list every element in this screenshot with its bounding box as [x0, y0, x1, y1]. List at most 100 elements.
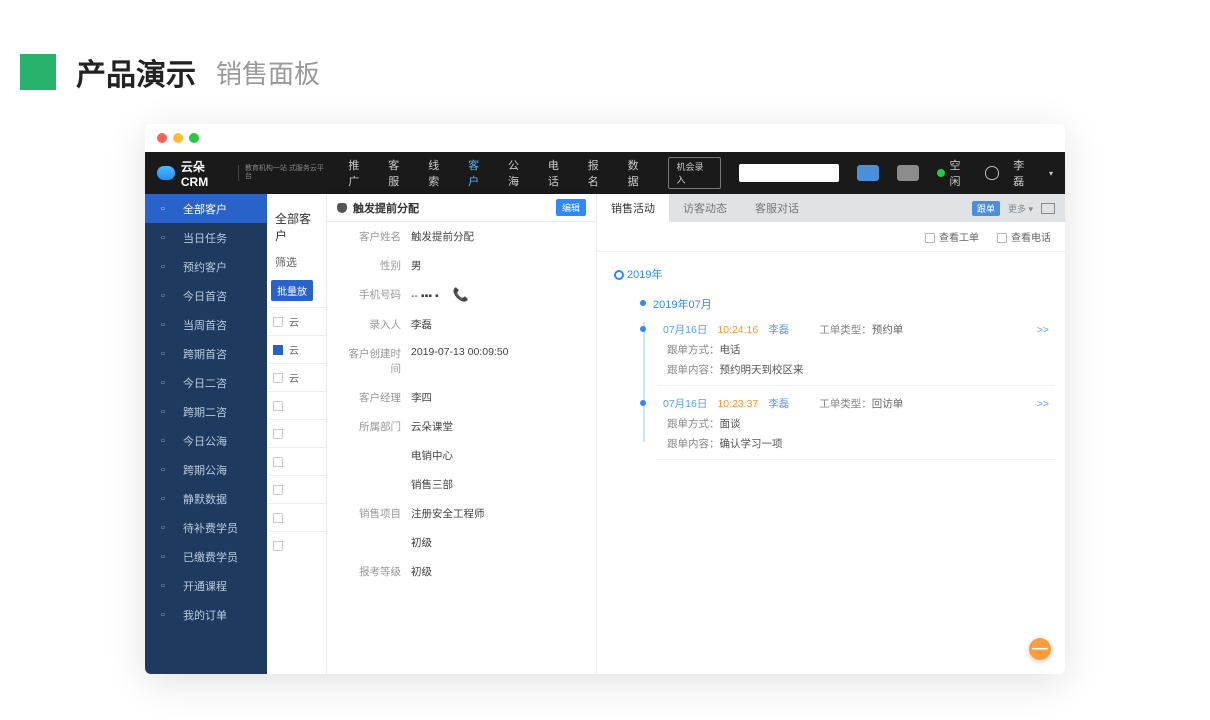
edit-button[interactable]: 编辑	[556, 199, 586, 216]
row-checkbox[interactable]	[273, 541, 283, 551]
sidebar-item-6[interactable]: ▫今日二咨	[145, 368, 267, 397]
row-text: 云	[289, 370, 299, 385]
timeline-event: 07月16日10:23:37李磊工单类型：回访单>>跟单方式：面谈跟单内容：确认…	[657, 396, 1055, 460]
filter-label[interactable]: 筛选	[267, 250, 326, 274]
batch-action-button[interactable]: 批量放	[271, 280, 313, 301]
list-row[interactable]	[267, 503, 326, 531]
sidebar-icon: ▫	[161, 551, 173, 563]
window-close-icon[interactable]	[157, 133, 167, 143]
event-date: 07月16日	[663, 396, 707, 411]
list-row[interactable]	[267, 531, 326, 559]
nav-item-phone[interactable]: 电话	[548, 157, 570, 189]
sidebar-item-8[interactable]: ▫今日公海	[145, 426, 267, 455]
user-icon	[337, 203, 347, 213]
check-phone[interactable]: 查看电话	[997, 229, 1051, 244]
window-maximize-icon[interactable]	[189, 133, 199, 143]
event-user: 李磊	[768, 322, 789, 337]
check-workorder[interactable]: 查看工单	[925, 229, 979, 244]
more-button[interactable]: 更多 ▾	[1008, 202, 1033, 215]
list-row[interactable]	[267, 419, 326, 447]
sidebar-item-1[interactable]: ▫当日任务	[145, 223, 267, 252]
field-label: 销售项目	[341, 506, 411, 521]
hangup-button[interactable]	[897, 165, 919, 181]
sidebar-icon: ▫	[161, 203, 173, 215]
row-checkbox[interactable]	[273, 345, 283, 355]
row-checkbox[interactable]	[273, 457, 283, 467]
customer-list-column: 全部客户 筛选 批量放 云云云	[267, 194, 327, 674]
nav-item-promo[interactable]: 推广	[348, 157, 370, 189]
float-action-button[interactable]: —	[1029, 638, 1051, 660]
tab-visitor[interactable]: 访客动态	[669, 194, 741, 222]
list-row[interactable]	[267, 475, 326, 503]
search-input[interactable]	[739, 164, 838, 182]
list-row[interactable]: 云	[267, 335, 326, 363]
sidebar-item-10[interactable]: ▫静默数据	[145, 484, 267, 513]
row-checkbox[interactable]	[273, 513, 283, 523]
event-detail-line: 跟单内容：确认学习一项	[667, 436, 1049, 451]
timeline-line	[643, 322, 645, 442]
detail-field: 客户创建时间2019-07-13 00:09:50	[327, 339, 596, 383]
nav-item-customer[interactable]: 客户	[468, 157, 490, 189]
sidebar-icon: ▫	[161, 290, 173, 302]
row-checkbox[interactable]	[273, 429, 283, 439]
list-row[interactable]: 云	[267, 363, 326, 391]
nav-item-sea[interactable]: 公海	[508, 157, 530, 189]
nav-item-data[interactable]: 数据	[628, 157, 650, 189]
sidebar-item-14[interactable]: ▫ 我的订单	[145, 600, 267, 629]
opportunity-button[interactable]: 机会录入	[668, 157, 722, 189]
user-name[interactable]: 李磊	[1013, 157, 1035, 189]
sidebar-item-3[interactable]: ▫今日首咨	[145, 281, 267, 310]
sidebar-item-label: 我的订单	[183, 607, 227, 623]
event-more-button[interactable]: >>	[1037, 398, 1049, 410]
sidebar-icon: ▫	[161, 377, 173, 389]
sidebar-item-label: 跨期首咨	[183, 346, 227, 362]
sidebar-icon: ▫	[161, 522, 173, 534]
list-row[interactable]	[267, 447, 326, 475]
sidebar-item-7[interactable]: ▫跨期二咨	[145, 397, 267, 426]
event-type: 工单类型：预约单	[819, 322, 903, 337]
list-row[interactable]: 云	[267, 307, 326, 335]
sidebar-icon: ▫	[161, 261, 173, 273]
topnav-right: 空闲 李磊 ▾	[937, 157, 1053, 189]
nav-item-leads[interactable]: 线索	[428, 157, 450, 189]
brand-logo[interactable]: 云朵CRM 教育机构一站 式服务云平台	[157, 158, 330, 189]
field-value: 李四	[411, 390, 582, 405]
call-button[interactable]	[857, 165, 879, 181]
event-more-button[interactable]: >>	[1037, 324, 1049, 336]
sidebar-item-9[interactable]: ▫跨期公海	[145, 455, 267, 484]
sidebar-item-12[interactable]: ▫已缴费学员	[145, 542, 267, 571]
expand-icon[interactable]	[1041, 203, 1055, 214]
sidebar-icon: ▫	[161, 609, 173, 621]
sidebar-item-11[interactable]: ▫待补费学员	[145, 513, 267, 542]
tab-service-chat[interactable]: 客服对话	[741, 194, 813, 222]
bell-icon[interactable]	[985, 166, 999, 180]
sidebar-item-5[interactable]: ▫跨期首咨	[145, 339, 267, 368]
event-detail-line: 跟单内容：预约明天到校区来	[667, 362, 1049, 377]
field-value: 男	[411, 258, 582, 273]
sidebar-item-13[interactable]: ▫开通课程	[145, 571, 267, 600]
tab-sales-activity[interactable]: 销售活动	[597, 194, 669, 222]
nav-item-service[interactable]: 客服	[388, 157, 410, 189]
row-checkbox[interactable]	[273, 317, 283, 327]
row-checkbox[interactable]	[273, 485, 283, 495]
window-minimize-icon[interactable]	[173, 133, 183, 143]
tab-right-tools: 跟单 更多 ▾	[972, 194, 1065, 222]
sidebar-item-0[interactable]: ▫全部客户	[145, 194, 267, 223]
detail-field: 客户姓名触发提前分配	[327, 222, 596, 251]
event-date: 07月16日	[663, 322, 707, 337]
sidebar-item-4[interactable]: ▫当周首咨	[145, 310, 267, 339]
phone-icon[interactable]: 📞	[453, 287, 469, 302]
field-label: 手机号码	[341, 287, 411, 303]
detail-field: 销售三部	[327, 470, 596, 499]
row-checkbox[interactable]	[273, 401, 283, 411]
sidebar-item-label: 开通课程	[183, 578, 227, 594]
sidebar-item-2[interactable]: ▫预约客户	[145, 252, 267, 281]
nav-item-signup[interactable]: 报名	[588, 157, 610, 189]
row-checkbox[interactable]	[273, 373, 283, 383]
sidebar-item-label: 跨期二咨	[183, 404, 227, 420]
status-dot-icon	[937, 169, 945, 177]
list-row[interactable]	[267, 391, 326, 419]
follow-tag[interactable]: 跟单	[972, 201, 1000, 216]
field-label: 录入人	[341, 317, 411, 332]
chevron-down-icon[interactable]: ▾	[1049, 169, 1053, 178]
